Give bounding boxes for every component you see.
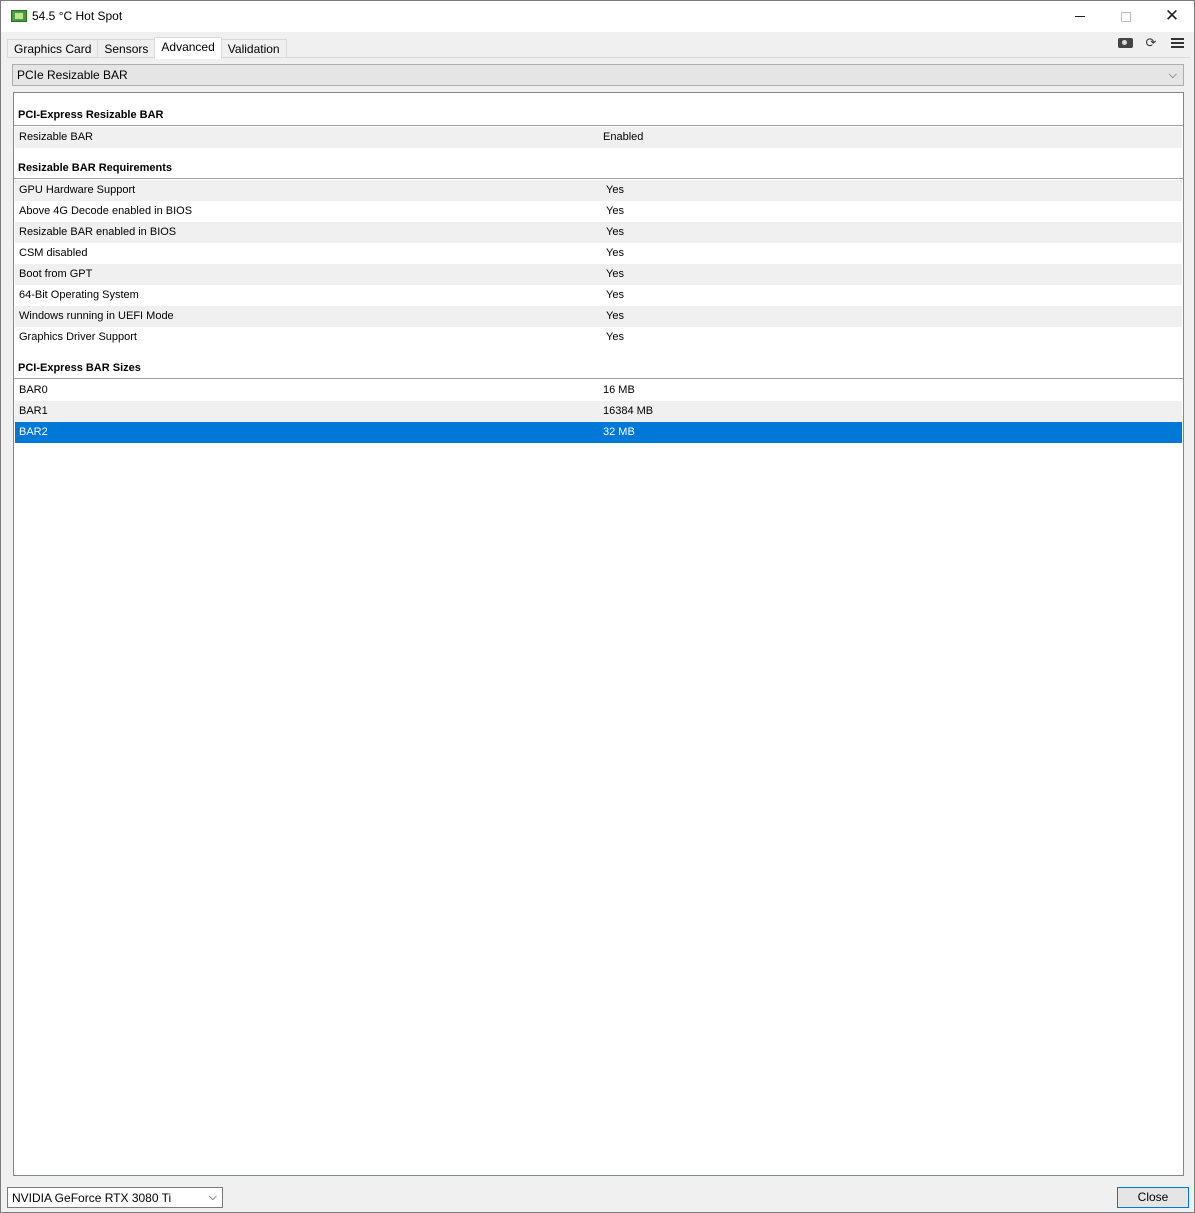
minimize-icon (1075, 16, 1085, 17)
group-header: PCI-Express BAR Sizes (14, 358, 1183, 379)
screenshot-button[interactable] (1116, 35, 1134, 51)
list-item-selected[interactable]: BAR2 32 MB (15, 422, 1182, 443)
item-label: BAR0 (19, 384, 48, 396)
item-value: Yes (606, 184, 624, 196)
item-value: Yes (606, 289, 624, 301)
gpu-dropdown-value: NVIDIA GeForce RTX 3080 Ti (12, 1191, 172, 1205)
gpu-app-icon (11, 10, 27, 22)
item-label: Above 4G Decode enabled in BIOS (19, 205, 193, 217)
list-item[interactable]: Resizable BAR Enabled (15, 127, 1182, 148)
tab-sensors[interactable]: Sensors (97, 39, 156, 58)
gpu-dropdown[interactable]: NVIDIA GeForce RTX 3080 Ti ⌵ (7, 1187, 223, 1208)
tab-graphics-card[interactable]: Graphics Card (7, 39, 99, 58)
item-value: Yes (606, 226, 624, 238)
group-header-label: Resizable BAR Requirements (18, 162, 173, 174)
refresh-button[interactable]: ⟳ (1142, 35, 1160, 51)
item-value: Yes (606, 205, 624, 217)
item-label: BAR2 (19, 426, 48, 438)
menu-icon (1170, 38, 1184, 48)
tab-validation[interactable]: Validation (220, 39, 287, 58)
item-value: Enabled (603, 131, 644, 143)
toolbar: ⟳ (1116, 35, 1186, 51)
list-item[interactable]: GPU Hardware Support Yes (15, 180, 1182, 201)
item-value: Yes (606, 268, 624, 280)
maximize-icon (1121, 11, 1131, 22)
group-header: Resizable BAR Requirements (14, 158, 1183, 179)
list-item[interactable]: BAR0 16 MB (15, 380, 1182, 401)
close-button[interactable]: Close (1117, 1187, 1189, 1208)
item-value: 16384 MB (603, 405, 654, 417)
item-label: CSM disabled (19, 247, 88, 259)
group-header: PCI-Express Resizable BAR (14, 105, 1183, 126)
camera-icon (1117, 38, 1133, 48)
item-label: Resizable BAR enabled in BIOS (19, 226, 177, 238)
list-item[interactable]: Graphics Driver Support Yes (15, 327, 1182, 348)
list-item[interactable]: Above 4G Decode enabled in BIOS Yes (15, 201, 1182, 222)
item-label: BAR1 (19, 405, 48, 417)
list-item[interactable]: 64-Bit Operating System Yes (15, 285, 1182, 306)
group-header-label: PCI-Express Resizable BAR (18, 109, 164, 121)
section-dropdown-value: PCIe Resizable BAR (17, 68, 128, 82)
tab-bar: Graphics Card Sensors Advanced Validatio… (7, 37, 287, 59)
item-label: GPU Hardware Support (19, 184, 136, 196)
maximize-button[interactable] (1103, 1, 1149, 32)
item-value: Yes (606, 247, 624, 259)
close-window-button[interactable]: ✕ (1149, 1, 1195, 32)
group-header-label: PCI-Express BAR Sizes (18, 362, 141, 374)
list-item[interactable]: BAR1 16384 MB (15, 401, 1182, 422)
item-value: 16 MB (603, 384, 635, 396)
item-label: Resizable BAR (19, 131, 93, 143)
list-item[interactable]: Resizable BAR enabled in BIOS Yes (15, 222, 1182, 243)
tab-advanced[interactable]: Advanced (154, 37, 222, 59)
details-list[interactable]: PCI-Express Resizable BAR Resizable BAR … (13, 92, 1184, 1176)
item-label: Windows running in UEFI Mode (19, 310, 174, 322)
item-label: 64-Bit Operating System (19, 289, 139, 301)
minimize-button[interactable] (1057, 1, 1103, 32)
window-title: 54.5 °C Hot Spot (32, 9, 123, 23)
item-label: Graphics Driver Support (19, 331, 137, 343)
item-value: Yes (606, 331, 624, 343)
item-label: Boot from GPT (19, 268, 93, 280)
item-value: 32 MB (603, 426, 635, 438)
chevron-down-icon: ⌵ (208, 1190, 217, 1203)
menu-button[interactable] (1168, 35, 1186, 51)
item-value: Yes (606, 310, 624, 322)
section-dropdown[interactable]: PCIe Resizable BAR ⌵ (12, 64, 1184, 86)
title-bar[interactable]: 54.5 °C Hot Spot ✕ (1, 1, 1194, 32)
close-icon: ✕ (1164, 6, 1180, 26)
chevron-down-icon: ⌵ (1168, 68, 1177, 81)
list-item[interactable]: Boot from GPT Yes (15, 264, 1182, 285)
list-item[interactable]: CSM disabled Yes (15, 243, 1182, 264)
refresh-icon: ⟳ (1145, 35, 1157, 50)
list-item[interactable]: Windows running in UEFI Mode Yes (15, 306, 1182, 327)
app-window: 54.5 °C Hot Spot ✕ Graphics Card Sensors… (0, 0, 1195, 1213)
